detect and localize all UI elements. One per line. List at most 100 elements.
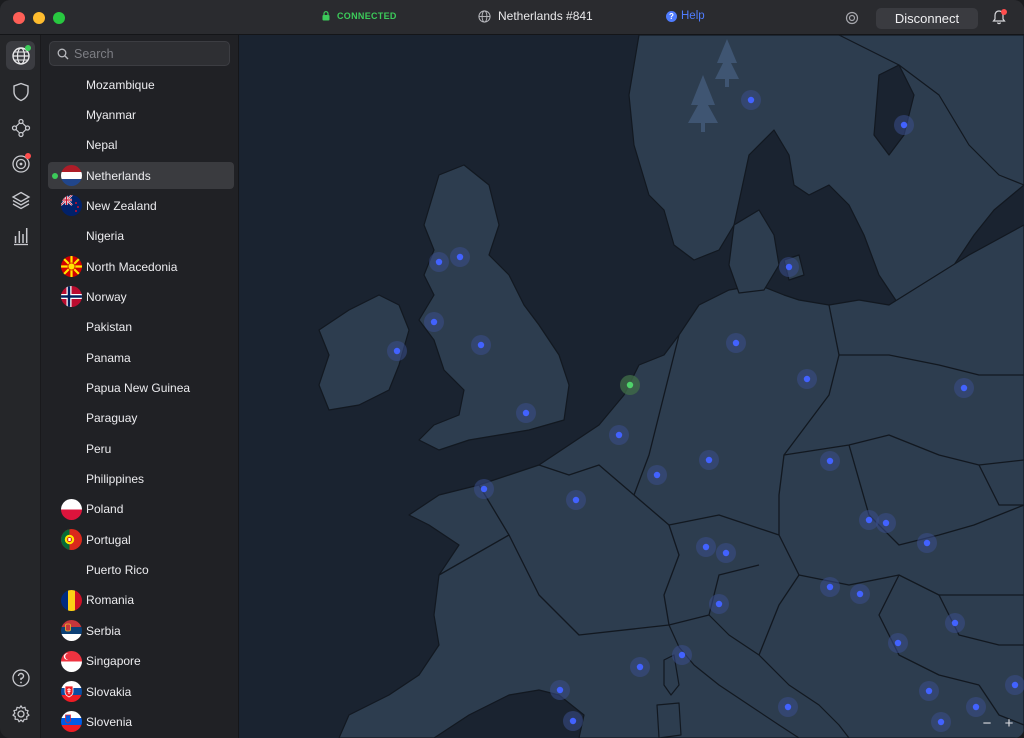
- country-name: Singapore: [86, 654, 141, 669]
- country-name: Philippines: [86, 472, 145, 487]
- meshnet-icon: [11, 118, 30, 137]
- country-row[interactable]: Puerto Rico: [48, 557, 234, 584]
- country-row[interactable]: Myanmar: [48, 101, 234, 128]
- country-row[interactable]: Nigeria: [48, 223, 234, 250]
- server-marker[interactable]: [937, 718, 945, 726]
- flag-si-icon: [61, 711, 82, 733]
- server-marker[interactable]: [572, 496, 580, 504]
- server-marker[interactable]: [636, 663, 644, 671]
- server-marker[interactable]: [678, 651, 686, 659]
- country-row[interactable]: North Macedonia: [48, 253, 234, 280]
- server-marker[interactable]: [705, 456, 713, 464]
- country-row[interactable]: New Zealand: [48, 192, 234, 219]
- country-row[interactable]: Paraguay: [48, 405, 234, 432]
- server-marker[interactable]: [556, 686, 564, 694]
- current-server: Netherlands #841: [478, 9, 593, 23]
- country-row[interactable]: Philippines: [48, 466, 234, 493]
- server-marker[interactable]: [715, 600, 723, 608]
- server-marker[interactable]: [972, 703, 980, 711]
- country-row[interactable]: Panama: [48, 344, 234, 371]
- help-circle-icon: ?: [666, 10, 677, 22]
- server-marker[interactable]: [653, 471, 661, 479]
- country-row[interactable]: Norway: [48, 283, 234, 310]
- server-marker[interactable]: [522, 409, 530, 417]
- rail-meshnet[interactable]: [6, 113, 35, 142]
- flag-nz-icon: [61, 195, 82, 217]
- server-marker[interactable]: [615, 431, 623, 439]
- country-row[interactable]: Slovenia: [48, 708, 234, 735]
- server-marker[interactable]: [951, 619, 959, 627]
- server-marker[interactable]: [732, 339, 740, 347]
- server-marker[interactable]: [856, 590, 864, 598]
- server-marker[interactable]: [456, 253, 464, 261]
- server-marker[interactable]: [894, 639, 902, 647]
- server-marker[interactable]: [826, 457, 834, 465]
- server-marker[interactable]: [925, 687, 933, 695]
- country-row[interactable]: Pakistan: [48, 314, 234, 341]
- close-window-button[interactable]: [13, 12, 25, 24]
- country-row[interactable]: Poland: [48, 496, 234, 523]
- country-row[interactable]: Peru: [48, 435, 234, 462]
- server-marker[interactable]: [784, 703, 792, 711]
- server-marker[interactable]: [477, 341, 485, 349]
- server-marker[interactable]: [702, 543, 710, 551]
- country-row[interactable]: Singapore: [48, 648, 234, 675]
- server-map[interactable]: − +: [239, 35, 1024, 738]
- rail-threat-shield[interactable]: [6, 77, 35, 106]
- flag-nl-icon: [61, 165, 82, 187]
- country-row[interactable]: Mozambique: [48, 71, 234, 98]
- search-input[interactable]: [74, 46, 224, 61]
- device-share-icon: [845, 11, 859, 25]
- server-marker[interactable]: [785, 263, 793, 271]
- country-name: Panama: [86, 350, 131, 365]
- stats-icon: [13, 227, 28, 245]
- server-marker[interactable]: [747, 96, 755, 104]
- country-row[interactable]: Serbia: [48, 617, 234, 644]
- server-marker[interactable]: [882, 519, 890, 527]
- rail-globe[interactable]: [6, 41, 35, 70]
- help-link[interactable]: ? Help: [666, 10, 705, 22]
- server-marker[interactable]: [803, 375, 811, 383]
- rail-statistics[interactable]: [6, 221, 35, 250]
- flag-sk-icon: [61, 681, 82, 702]
- country-row[interactable]: Papua New Guinea: [48, 375, 234, 402]
- country-row[interactable]: Nepal: [48, 132, 234, 159]
- country-name: Myanmar: [86, 107, 137, 122]
- zoom-in-button[interactable]: +: [1000, 714, 1018, 732]
- rail-threat-protection[interactable]: [6, 149, 35, 178]
- country-row[interactable]: Slovakia: [48, 678, 234, 705]
- rail-help[interactable]: [6, 663, 35, 692]
- server-marker[interactable]: [480, 485, 488, 493]
- server-marker[interactable]: [960, 384, 968, 392]
- server-marker[interactable]: [569, 717, 577, 725]
- device-share-button[interactable]: [844, 10, 860, 31]
- rail-specialty-servers[interactable]: [6, 185, 35, 214]
- server-marker[interactable]: [865, 516, 873, 524]
- server-marker[interactable]: [435, 258, 443, 266]
- active-server-marker[interactable]: [626, 381, 634, 389]
- help-icon: [11, 668, 30, 687]
- server-marker[interactable]: [393, 347, 401, 355]
- country-name: New Zealand: [86, 198, 157, 213]
- rail-settings[interactable]: [6, 699, 35, 728]
- minimize-window-button[interactable]: [33, 12, 45, 24]
- server-marker[interactable]: [722, 549, 730, 557]
- server-marker[interactable]: [923, 539, 931, 547]
- disconnect-button[interactable]: Disconnect: [876, 8, 978, 29]
- flag-mk-icon: [61, 256, 82, 278]
- notifications-button[interactable]: [992, 9, 1007, 30]
- country-name: Mozambique: [86, 77, 155, 92]
- country-row[interactable]: Romania: [48, 587, 234, 614]
- country-row[interactable]: Portugal: [48, 526, 234, 553]
- server-marker[interactable]: [1011, 681, 1019, 689]
- country-name: Romania: [86, 593, 135, 608]
- search-box[interactable]: [49, 41, 230, 66]
- server-marker[interactable]: [430, 318, 438, 326]
- server-marker[interactable]: [900, 121, 908, 129]
- server-marker[interactable]: [826, 583, 834, 591]
- country-row[interactable]: Netherlands: [48, 162, 234, 190]
- zoom-out-button[interactable]: −: [978, 714, 996, 732]
- zoom-window-button[interactable]: [53, 12, 65, 24]
- connection-status: CONNECTED: [322, 11, 397, 21]
- flag-rs-icon: [61, 620, 82, 642]
